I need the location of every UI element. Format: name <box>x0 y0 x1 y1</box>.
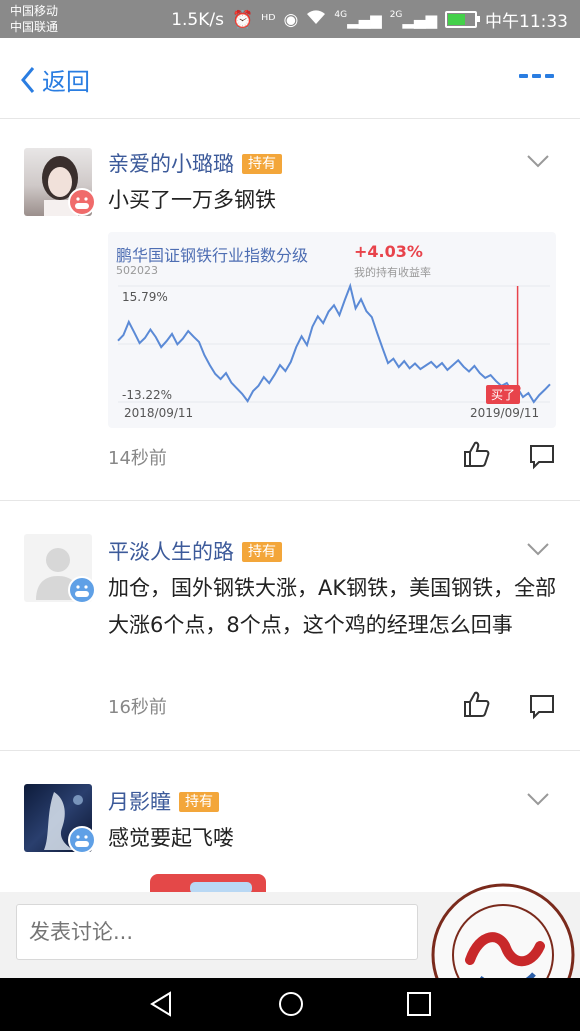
wifi-icon <box>306 9 326 30</box>
signal-2g-label: 2G <box>389 10 403 20</box>
signal-4g-icon: 4G▂▄▆ <box>334 10 382 29</box>
nav-bar: 返回 <box>0 38 580 118</box>
post-username[interactable]: 平淡人生的路 持有 <box>108 536 282 566</box>
network-speed: 1.5K/s <box>171 9 224 30</box>
back-label: 返回 <box>42 68 90 96</box>
status-bar: 中国移动 中国联通 1.5K/s ⏰ ᴴᴰ ◉ 4G▂▄▆ 2G▂▄▆ 中午11… <box>0 0 580 38</box>
alarm-icon: ⏰ <box>231 9 254 30</box>
grinning-face-icon <box>68 576 96 604</box>
post-image-preview[interactable] <box>150 874 266 894</box>
x-start-label: 2018/09/11 <box>124 406 194 420</box>
nav-recents-icon[interactable] <box>406 990 432 1018</box>
x-end-label: 2019/09/11 <box>470 406 540 420</box>
post-username[interactable]: 亲爱的小璐璐 持有 <box>108 148 282 178</box>
carrier-1: 中国移动 <box>10 4 59 18</box>
more-icon[interactable] <box>519 74 554 78</box>
chevron-down-icon[interactable] <box>526 542 550 556</box>
fund-card[interactable]: 鹏华国证钢铁行业指数分级 502023 +4.03% 我的持有收益率 15.79… <box>108 232 556 428</box>
post-time: 14秒前 <box>108 448 167 469</box>
hd-icon: ᴴᴰ <box>261 10 276 29</box>
divider <box>0 750 580 751</box>
signal-4g-label: 4G <box>334 10 348 20</box>
nav-home-icon[interactable] <box>277 990 305 1018</box>
return-label: 我的持有收益率 <box>354 266 431 279</box>
carrier-2: 中国联通 <box>10 20 59 34</box>
y-min-label: -13.22% <box>122 388 173 402</box>
clock: 中午11:33 <box>485 12 568 32</box>
post-time: 16秒前 <box>108 697 167 718</box>
eye-icon: ◉ <box>283 9 299 30</box>
chevron-down-icon[interactable] <box>526 792 550 806</box>
fund-code: 502023 <box>116 264 158 277</box>
holding-badge: 持有 <box>242 542 282 562</box>
holding-badge: 持有 <box>179 792 219 812</box>
divider <box>0 118 580 119</box>
fund-name: 鹏华国证钢铁行业指数分级 <box>116 246 309 265</box>
back-button[interactable]: 返回 <box>20 62 90 97</box>
status-indicators: 1.5K/s ⏰ ᴴᴰ ◉ 4G▂▄▆ 2G▂▄▆ 中午11:33 <box>171 7 568 33</box>
comment-icon[interactable] <box>529 694 555 720</box>
post-content: 小买了一万多钢铁 <box>108 188 276 212</box>
username-text: 平淡人生的路 <box>108 540 234 564</box>
thumbs-up-icon[interactable] <box>462 440 490 468</box>
signal-2g-icon: 2G▂▄▆ <box>389 10 437 29</box>
return-value: +4.03% <box>354 242 423 261</box>
system-nav-bar <box>0 978 580 1031</box>
carrier-info: 中国移动 中国联通 <box>10 3 58 35</box>
comment-icon[interactable] <box>529 444 555 470</box>
username-text: 亲爱的小璐璐 <box>108 152 234 176</box>
grinning-face-icon <box>68 188 96 216</box>
divider <box>0 500 580 501</box>
username-text: 月影瞳 <box>108 790 171 814</box>
y-max-label: 15.79% <box>122 290 168 304</box>
chevron-down-icon[interactable] <box>526 154 550 168</box>
holding-badge: 持有 <box>242 154 282 174</box>
buy-marker-label: 买了 <box>486 385 521 404</box>
thumbs-up-icon[interactable] <box>462 690 490 718</box>
battery-icon <box>445 11 480 28</box>
grinning-face-icon <box>68 826 96 854</box>
chevron-left-icon <box>21 66 35 93</box>
post-content: 感觉要起飞喽 <box>108 826 234 850</box>
nav-back-icon[interactable] <box>148 990 174 1018</box>
post-username[interactable]: 月影瞳 持有 <box>108 786 219 816</box>
comment-input[interactable] <box>16 904 418 960</box>
post-content: 加仓，国外钢铁大涨，AK钢铁，美国钢铁，全部大涨6个点，8个点，这个鸡的经理怎么… <box>108 576 557 637</box>
